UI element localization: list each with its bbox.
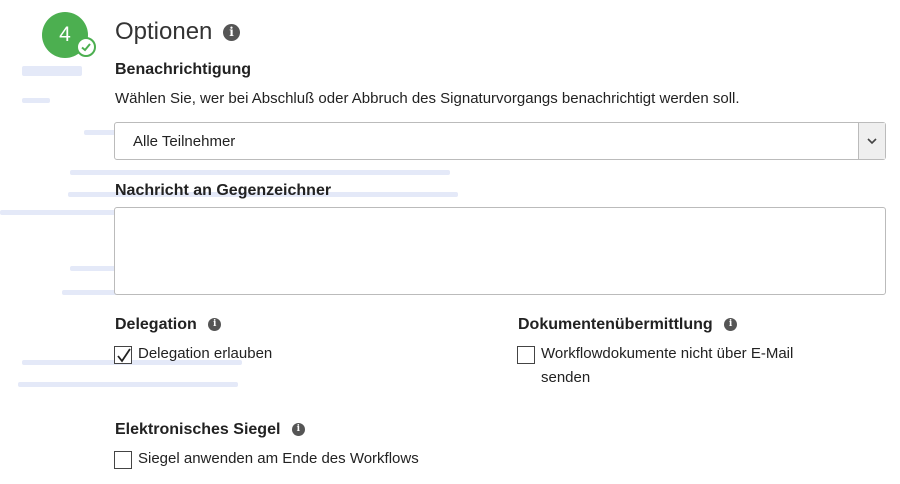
notification-description: Wählen Sie, wer bei Abschluß oder Abbruc… <box>115 90 740 107</box>
background-artifact <box>70 170 450 175</box>
document-delivery-checkbox-label[interactable]: Workflowdokumente nicht über E-Mail send… <box>541 342 793 390</box>
select-value: Alle Teilnehmer <box>133 133 236 150</box>
checkbox-label-line1: Workflowdokumente nicht über E-Mail <box>541 345 794 362</box>
step-complete-check-icon <box>76 37 96 57</box>
notification-label: Benachrichtigung <box>115 61 252 78</box>
message-textarea[interactable] <box>114 207 886 295</box>
seal-checkbox[interactable] <box>114 451 132 469</box>
background-artifact <box>22 66 82 76</box>
document-delivery-label: Dokumentenübermittlung i <box>518 316 738 334</box>
seal-checkbox-label[interactable]: Siegel anwenden am Ende des Workflows <box>138 447 419 471</box>
info-icon[interactable]: i <box>724 318 738 332</box>
chevron-down-icon <box>867 138 877 145</box>
document-delivery-label-text: Dokumentenübermittlung <box>518 316 713 333</box>
section-title-text: Optionen <box>115 18 213 45</box>
checkbox-label-line2: senden <box>541 369 591 386</box>
seal-label-text: Elektronisches Siegel <box>115 421 281 438</box>
background-artifact <box>22 98 50 103</box>
delegation-checkbox-label[interactable]: Delegation erlauben <box>138 342 272 366</box>
info-icon[interactable]: i <box>223 24 241 42</box>
background-artifact <box>18 382 238 387</box>
delegation-label: Delegation i <box>115 316 222 334</box>
delegation-label-text: Delegation <box>115 316 197 333</box>
info-icon[interactable]: i <box>208 318 222 332</box>
notification-recipients-select[interactable]: Alle Teilnehmer <box>114 122 886 160</box>
seal-label: Elektronisches Siegel i <box>115 421 305 439</box>
dropdown-toggle[interactable] <box>858 123 885 159</box>
info-icon[interactable]: i <box>291 423 305 437</box>
section-title: Optionen i <box>115 18 241 46</box>
delegation-checkbox[interactable] <box>114 346 132 364</box>
checkmark-icon <box>117 348 131 363</box>
document-delivery-checkbox[interactable] <box>517 346 535 364</box>
message-label: Nachricht an Gegenzeichner <box>115 182 332 199</box>
